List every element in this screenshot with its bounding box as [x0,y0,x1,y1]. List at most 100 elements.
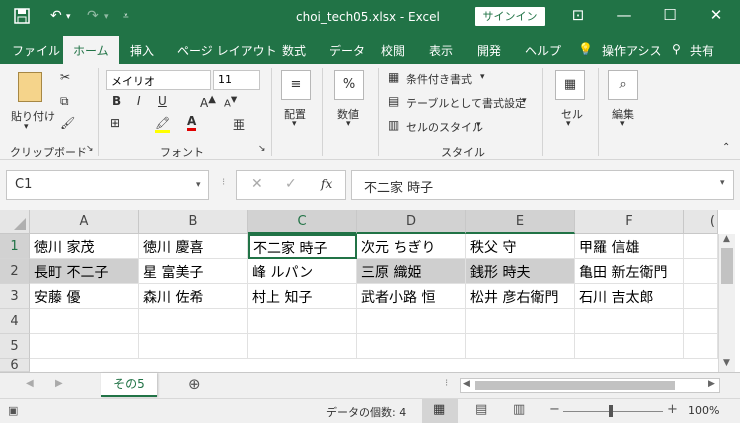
paste-dropdown-icon[interactable]: ▾ [24,122,29,132]
phonetic-icon[interactable]: 亜 [233,116,245,133]
cell-e2[interactable]: 銭形 時夫 [466,259,575,284]
cell-c3[interactable]: 村上 知子 [248,284,357,309]
insert-function-button[interactable]: fx [321,177,332,191]
tab-help[interactable]: ヘルプ [525,42,561,59]
cell-empty[interactable] [684,334,718,359]
tab-insert[interactable]: 挿入 [130,42,154,59]
cell-a3[interactable]: 安藤 優 [30,284,139,309]
cell-a1[interactable]: 徳川 家茂 [30,234,139,259]
customize-qat-icon[interactable]: ⩡ [123,11,129,22]
zoom-in-icon[interactable]: + [667,402,678,417]
conditional-dropdown-icon[interactable]: ▾ [480,72,485,82]
scroll-down-icon[interactable]: ▼ [723,358,730,368]
name-box[interactable]: C1 [6,170,209,200]
tab-home[interactable]: ホーム [63,36,119,64]
cell-empty[interactable] [30,309,139,334]
cells-icon[interactable]: ▦ [555,70,585,100]
tab-review[interactable]: 校閲 [381,42,405,59]
cell-empty[interactable] [684,309,718,334]
undo-icon[interactable]: ↶ [50,8,62,24]
expand-formula-icon[interactable]: ▾ [720,178,725,188]
column-header-a[interactable]: A [30,210,139,234]
scroll-right-icon[interactable]: ▶ [708,379,715,389]
cell-empty[interactable] [466,334,575,359]
editing-dropdown-icon[interactable]: ▾ [620,119,625,129]
cells-button[interactable]: セル [561,106,583,122]
cut-icon[interactable]: ✂ [60,70,70,84]
macro-record-icon[interactable]: ▣ [8,404,18,417]
redo-dropdown-icon[interactable]: ▾ [104,12,109,22]
row-header-5[interactable]: 5 [0,334,30,359]
column-header-f[interactable]: F [575,210,684,234]
number-dropdown-icon[interactable]: ▾ [346,119,351,129]
tab-page-layout[interactable]: ページ レイアウト [177,42,277,59]
scroll-up-icon[interactable]: ▲ [723,234,730,244]
underline-button[interactable]: U [158,94,167,108]
cell-e3[interactable]: 松井 彦右衛門 [466,284,575,309]
page-break-view-icon[interactable]: ▥ [513,402,525,417]
paste-button[interactable]: 貼り付け [11,108,55,124]
normal-view-button[interactable]: ▦ [422,399,458,423]
conditional-format-icon[interactable]: ▦ [388,70,399,84]
bold-button[interactable]: B [112,94,121,108]
paste-icon[interactable] [18,72,42,102]
number-format-icon[interactable]: % [334,70,364,100]
cell-empty[interactable] [248,309,357,334]
redo-icon[interactable]: ↷ [87,8,99,24]
undo-dropdown-icon[interactable]: ▾ [66,12,71,22]
row-header-3[interactable]: 3 [0,284,30,309]
ribbon-display-icon[interactable]: ⊡ [558,6,598,24]
cell-g3[interactable] [684,284,718,309]
cell-b1[interactable]: 徳川 慶喜 [139,234,248,259]
collapse-ribbon-icon[interactable]: ⌃ [722,142,730,153]
close-icon[interactable]: ✕ [696,6,736,24]
add-sheet-icon[interactable]: ⊕ [188,375,201,393]
scroll-thumb[interactable] [721,248,733,284]
tab-view[interactable]: 表示 [429,42,453,59]
font-launcher-icon[interactable]: ↘ [258,144,266,154]
conditional-format-button[interactable]: 条件付き書式 [406,71,472,87]
column-header-b[interactable]: B [139,210,248,234]
column-header-c[interactable]: C [248,210,357,234]
zoom-slider[interactable] [563,411,663,412]
share-button[interactable]: 共有 [690,42,714,59]
cell-c1[interactable]: 不二家 時子 [248,234,357,259]
column-header-d[interactable]: D [357,210,466,234]
next-sheet-icon[interactable]: ▶ [55,378,63,389]
cell-empty[interactable] [30,334,139,359]
tab-formulas[interactable]: 数式 [282,42,306,59]
cell-e1[interactable]: 秩父 守 [466,234,575,259]
cell-empty[interactable] [466,309,575,334]
prev-sheet-icon[interactable]: ◀ [26,378,34,389]
cell-b3[interactable]: 森川 佐希 [139,284,248,309]
fill-color-icon[interactable]: 🖍 [155,116,171,133]
maximize-icon[interactable]: ☐ [650,6,690,24]
cell-b2[interactable]: 星 富美子 [139,259,248,284]
select-all-corner[interactable] [0,210,30,234]
cell-empty[interactable] [357,334,466,359]
cell-a2[interactable]: 長町 不二子 [30,259,139,284]
zoom-out-icon[interactable]: − [549,402,560,417]
minimize-icon[interactable]: — [604,6,644,24]
vertical-scrollbar[interactable]: ▲ ▼ [718,234,735,372]
cell-empty[interactable] [248,334,357,359]
cell-f1[interactable]: 甲羅 信雄 [575,234,684,259]
row-header-1[interactable]: 1 [0,234,30,259]
zoom-level[interactable]: 100% [688,404,719,417]
namebox-dropdown-icon[interactable]: ▾ [196,180,201,190]
hscroll-thumb[interactable] [475,381,675,390]
cell-empty[interactable] [139,309,248,334]
alignment-icon[interactable]: ≡ [281,70,311,100]
cell-d2[interactable]: 三原 織姫 [357,259,466,284]
tab-data[interactable]: データ [329,42,365,59]
cell-f3[interactable]: 石川 吉太郎 [575,284,684,309]
formula-input[interactable]: 不二家 時子 [351,170,734,200]
column-header-e[interactable]: E [466,210,575,234]
page-layout-view-icon[interactable]: ▤ [475,402,487,417]
italic-button[interactable]: I [137,94,141,108]
clipboard-launcher-icon[interactable]: ↘ [86,144,94,154]
font-color-icon[interactable]: A [187,114,197,131]
column-header-g[interactable]: ( [684,210,718,234]
borders-icon[interactable]: ⊞ [110,116,120,130]
sheet-tab[interactable]: その5 [101,373,157,397]
